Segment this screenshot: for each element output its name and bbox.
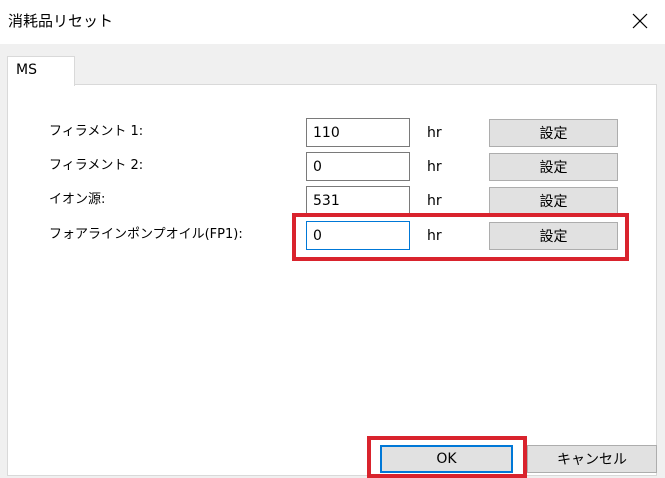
filament-2-unit: hr <box>427 159 442 175</box>
filament-2-hours-input[interactable] <box>306 152 410 181</box>
ok-button[interactable]: OK <box>380 445 513 473</box>
dialog-client-area: MS フィラメント 1: hr 設定 フィラメント 2: hr 設定 イオン源:… <box>0 44 665 478</box>
title-bar: 消耗品リセット <box>0 0 665 44</box>
ion-source-hours-input[interactable] <box>306 186 410 215</box>
close-icon <box>632 13 648 29</box>
ion-source-unit: hr <box>427 193 442 209</box>
foreline-pump-oil-hours-input[interactable] <box>306 221 410 250</box>
cancel-button[interactable]: キャンセル <box>527 445 657 473</box>
close-button[interactable] <box>620 4 660 38</box>
tab-ms[interactable]: MS <box>7 56 75 86</box>
foreline-pump-oil-unit: hr <box>427 228 442 244</box>
filament-2-set-button[interactable]: 設定 <box>489 153 618 181</box>
filament-1-hours-input[interactable] <box>306 118 410 147</box>
filament-2-label: フィラメント 2: <box>49 158 144 173</box>
filament-1-set-button[interactable]: 設定 <box>489 119 618 147</box>
foreline-pump-oil-label: フォアラインポンプオイル(FP1): <box>49 227 243 242</box>
ion-source-label: イオン源: <box>49 192 106 207</box>
ion-source-set-button[interactable]: 設定 <box>489 187 618 215</box>
tab-ms-label: MS <box>16 62 37 78</box>
filament-1-unit: hr <box>427 125 442 141</box>
foreline-pump-oil-set-button[interactable]: 設定 <box>489 222 618 250</box>
filament-1-label: フィラメント 1: <box>49 124 144 139</box>
window-title: 消耗品リセット <box>8 12 114 30</box>
